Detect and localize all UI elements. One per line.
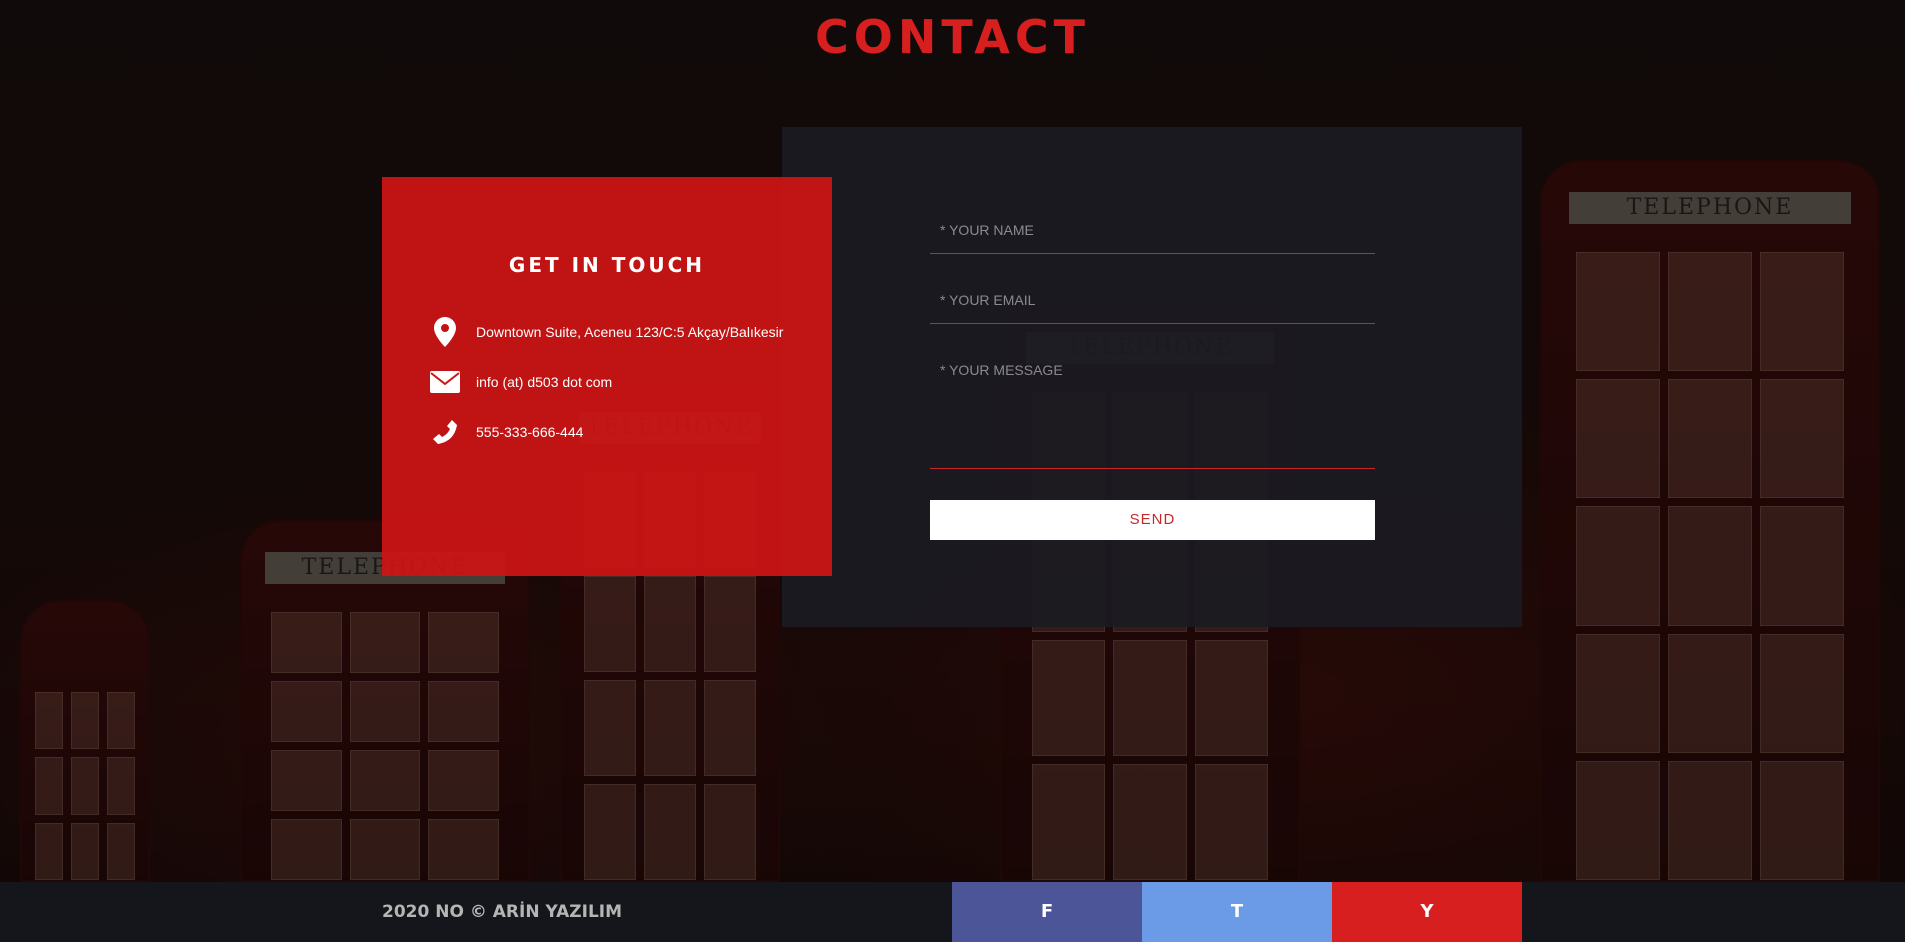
message-placeholder: * YOUR MESSAGE bbox=[940, 362, 1063, 378]
info-card-heading: GET IN TOUCH bbox=[508, 253, 706, 277]
facebook-button[interactable]: F bbox=[952, 882, 1142, 942]
email-field[interactable]: * YOUR EMAIL bbox=[930, 292, 1375, 324]
section-title: CONTACT bbox=[815, 10, 1090, 64]
name-field[interactable]: * YOUR NAME bbox=[930, 222, 1375, 254]
email-placeholder: * YOUR EMAIL bbox=[940, 292, 1036, 308]
phone-row: 555-333-666-444 bbox=[430, 417, 583, 447]
copyright-text: 2020 NO © ARİN YAZILIM bbox=[382, 902, 623, 922]
address-text: Downtown Suite, Aceneu 123/C:5 Akçay/Bal… bbox=[476, 324, 784, 340]
info-card: GET IN TOUCH Downtown Suite, Aceneu 123/… bbox=[382, 177, 832, 576]
envelope-icon bbox=[430, 367, 460, 397]
email-row: info (at) d503 dot com bbox=[430, 367, 612, 397]
phone-icon bbox=[430, 417, 460, 447]
send-button[interactable]: SEND bbox=[930, 500, 1375, 540]
name-placeholder: * YOUR NAME bbox=[940, 222, 1034, 238]
youtube-button[interactable]: Y bbox=[1332, 882, 1522, 942]
message-field[interactable]: * YOUR MESSAGE bbox=[930, 362, 1375, 469]
address-row: Downtown Suite, Aceneu 123/C:5 Akçay/Bal… bbox=[430, 317, 783, 347]
map-pin-icon bbox=[430, 317, 460, 347]
footer: 2020 NO © ARİN YAZILIM F T Y bbox=[0, 882, 1905, 942]
email-text: info (at) d503 dot com bbox=[476, 374, 613, 390]
twitter-button[interactable]: T bbox=[1142, 882, 1332, 942]
phone-text: 555-333-666-444 bbox=[476, 424, 584, 440]
